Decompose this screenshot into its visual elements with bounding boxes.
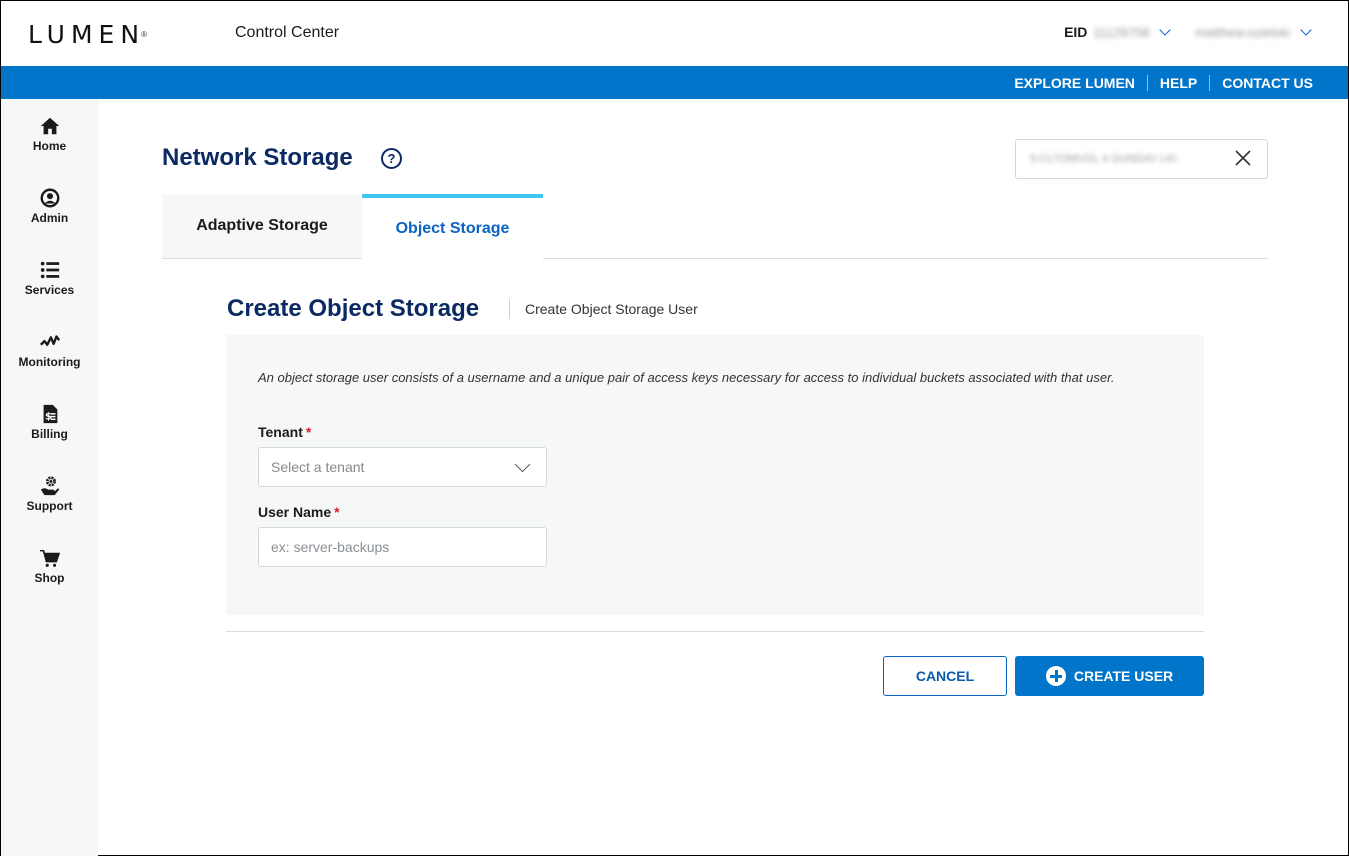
sidebar-item-monitoring[interactable]: Monitoring xyxy=(1,331,98,369)
help-question-icon[interactable]: ? xyxy=(381,148,402,169)
sidebar-item-shop[interactable]: Shop xyxy=(1,547,98,585)
plus-circle-icon xyxy=(1045,666,1066,686)
list-icon xyxy=(40,261,59,279)
support-hand-gear-icon xyxy=(40,476,59,496)
pulse-icon xyxy=(39,335,60,346)
tenant-label: Tenant * xyxy=(258,424,311,440)
sidebar-item-label: Support xyxy=(26,499,73,513)
eid-chevron-down-icon[interactable] xyxy=(1159,24,1172,36)
sidebar-item-label: Services xyxy=(24,283,75,297)
lumen-logo[interactable]: LUMEN ® xyxy=(28,19,147,49)
tenant-label-text: Tenant xyxy=(258,424,303,440)
invoice-icon: $ xyxy=(43,404,57,424)
logo-text: LUMEN xyxy=(28,19,146,49)
username-input[interactable] xyxy=(258,527,547,567)
account-selectors: EID 11129758 matthew.ozielski xyxy=(1064,24,1316,40)
create-user-form: An object storage user consists of a use… xyxy=(226,335,1204,615)
sidebar-item-admin[interactable]: Admin xyxy=(1,187,98,225)
username[interactable]: matthew.ozielski xyxy=(1195,25,1290,40)
sidebar-item-services[interactable]: Services xyxy=(1,259,98,297)
eid-value: 11129758 xyxy=(1093,24,1150,40)
cart-icon xyxy=(39,549,60,567)
explore-lumen-link[interactable]: EXPLORE LUMEN xyxy=(1002,75,1147,91)
storage-tabs: Adaptive Storage Object Storage xyxy=(162,194,1268,260)
username-label: User Name * xyxy=(258,504,340,520)
app-title: Control Center xyxy=(235,24,340,41)
utility-nav: EXPLORE LUMEN HELP CONTACT US xyxy=(1,66,1348,99)
sidebar-item-label: Home xyxy=(32,139,67,153)
section-divider xyxy=(509,299,510,319)
home-icon xyxy=(40,117,59,135)
help-link[interactable]: HELP xyxy=(1146,74,1209,91)
page-title: Network Storage xyxy=(162,144,353,171)
tab-adaptive-storage[interactable]: Adaptive Storage xyxy=(162,194,362,258)
create-user-label: CREATE USER xyxy=(1073,668,1174,684)
sidebar-item-label: Shop xyxy=(34,571,65,585)
form-divider xyxy=(226,631,1204,632)
tenant-select-placeholder: Select a tenant xyxy=(271,459,365,475)
required-marker: * xyxy=(334,504,340,520)
cancel-button[interactable]: CANCEL xyxy=(883,656,1007,696)
sidebar-item-home[interactable]: Home xyxy=(1,115,98,153)
top-header: LUMEN ® Control Center EID 11129758 matt… xyxy=(1,1,1348,66)
account-filter-chip[interactable]: 5-CLTOMVGL 4 GUNDAY LKI xyxy=(1015,139,1268,179)
registered-mark: ® xyxy=(141,29,147,39)
section-title: Create Object Storage xyxy=(227,295,480,322)
contact-us-link[interactable]: CONTACT US xyxy=(1209,74,1325,91)
user-circle-icon xyxy=(40,188,59,208)
chevron-down-icon xyxy=(514,456,531,473)
create-user-button[interactable]: CREATE USER xyxy=(1015,656,1204,696)
sidebar-item-label: Billing xyxy=(31,427,68,441)
form-description: An object storage user consists of a use… xyxy=(258,370,1115,385)
user-chevron-down-icon[interactable] xyxy=(1300,24,1312,36)
sidebar: Home Admin Services Monitoring $ Billing… xyxy=(1,99,98,856)
required-marker: * xyxy=(305,424,312,440)
sidebar-item-support[interactable]: Support xyxy=(1,475,98,513)
username-label-text: User Name xyxy=(258,504,332,520)
account-chip-text: 5-CLTOMVGL 4 GUNDAY LKI xyxy=(1030,153,1177,165)
tab-object-storage[interactable]: Object Storage xyxy=(362,194,543,260)
section-subtitle: Create Object Storage User xyxy=(525,301,698,317)
tenant-select[interactable]: Select a tenant xyxy=(258,447,547,487)
sidebar-item-label: Admin xyxy=(30,211,69,225)
eid-label: EID xyxy=(1064,24,1088,40)
close-icon[interactable] xyxy=(1233,148,1253,168)
sidebar-item-billing[interactable]: $ Billing xyxy=(1,403,98,441)
sidebar-item-label: Monitoring xyxy=(18,355,81,369)
